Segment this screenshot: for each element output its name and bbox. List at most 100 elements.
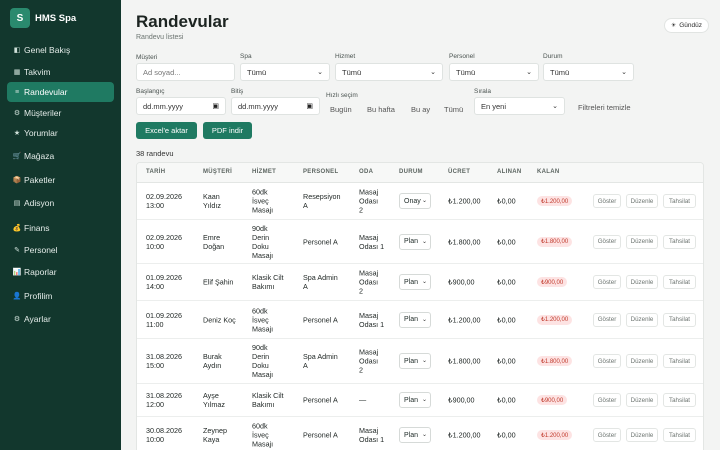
show-button[interactable]: Göster bbox=[593, 354, 621, 368]
excel-export-button[interactable]: Excel'e aktar bbox=[136, 122, 197, 139]
collect-button[interactable]: Tahsilat bbox=[663, 354, 696, 368]
cart-icon: 🛒 bbox=[12, 153, 22, 160]
staff-select[interactable]: Tümü ⌄ bbox=[449, 63, 539, 81]
status-select-value: Tümü bbox=[550, 67, 570, 77]
column-header: KALAN bbox=[537, 169, 560, 175]
sidebar-item-7[interactable]: ▤ Adisyon bbox=[7, 193, 114, 213]
edit-button[interactable]: Düzenle bbox=[626, 234, 658, 249]
status-select[interactable]: Plan ⌄ bbox=[399, 311, 431, 328]
collect-button[interactable]: Tahsilat bbox=[663, 393, 696, 407]
calendar-icon: ▣ bbox=[212, 103, 219, 110]
staff-cell: Resepsiyon A bbox=[303, 192, 341, 210]
service-select[interactable]: Tümü ⌄ bbox=[335, 63, 443, 81]
room-cell: Masaj Odası 1 bbox=[359, 311, 384, 329]
chevron-down-icon: ⌄ bbox=[421, 238, 427, 245]
sidebar-item-12[interactable]: ⚙ Ayarlar bbox=[7, 309, 114, 329]
status-select[interactable]: Plan ⌄ bbox=[399, 274, 431, 290]
column-header: ALINAN bbox=[497, 169, 522, 175]
show-button[interactable]: Göster bbox=[593, 234, 621, 249]
start-date-input[interactable]: dd.mm.yyyy ▣ bbox=[136, 97, 226, 115]
quick-week-button[interactable]: Bu hafta bbox=[367, 105, 395, 114]
theme-toggle-button[interactable]: ☀ Gündüz bbox=[663, 18, 709, 33]
edit-button[interactable]: Düzenle bbox=[626, 393, 658, 407]
edit-button[interactable]: Düzenle bbox=[626, 428, 658, 442]
end-date-input[interactable]: dd.mm.yyyy ▣ bbox=[231, 97, 320, 115]
date-cell-line: 15:00 bbox=[146, 361, 164, 370]
sidebar-item-8[interactable]: 💰 Finans bbox=[7, 218, 114, 238]
sidebar-item-label: Paketler bbox=[24, 175, 56, 185]
service-filter-label: Hizmet bbox=[335, 53, 356, 60]
customer-cell: Elif Şahin bbox=[203, 278, 233, 287]
chevron-down-icon: ⌄ bbox=[421, 358, 427, 364]
brand[interactable]: S HMS Spa bbox=[10, 8, 121, 28]
status-select[interactable]: Plan ⌄ bbox=[399, 233, 431, 250]
edit-button[interactable]: Düzenle bbox=[626, 354, 658, 368]
show-button[interactable]: Göster bbox=[593, 428, 621, 442]
sidebar-item-4[interactable]: ★ Yorumlar bbox=[7, 123, 114, 143]
service-cell-line: Derin bbox=[252, 232, 270, 242]
staff-cell-line: Spa Admin bbox=[303, 273, 338, 282]
status-select[interactable]: Plan ⌄ bbox=[399, 427, 431, 443]
pdf-download-button[interactable]: PDF indir bbox=[203, 122, 252, 139]
edit-button[interactable]: Düzenle bbox=[626, 312, 658, 327]
service-cell-line: Doku bbox=[252, 361, 269, 370]
status-filter-label: Durum bbox=[543, 53, 563, 60]
status-select[interactable]: Plan ⌄ bbox=[399, 353, 431, 369]
date-cell-line: 12:00 bbox=[146, 400, 164, 409]
show-button[interactable]: Göster bbox=[593, 194, 621, 208]
edit-button[interactable]: Düzenle bbox=[626, 275, 658, 289]
customer-cell-line: Doğan bbox=[203, 241, 225, 251]
quick-all-button[interactable]: Tümü bbox=[444, 105, 463, 114]
status-select[interactable]: Onay ⌄ bbox=[399, 193, 431, 209]
remaining-badge: ₺1.200,00 bbox=[537, 430, 573, 440]
collect-button[interactable]: Tahsilat bbox=[663, 428, 696, 442]
service-cell-line: İsveç bbox=[252, 315, 269, 324]
service-cell: Klasik Cilt Bakımı bbox=[252, 391, 300, 409]
show-button[interactable]: Göster bbox=[593, 275, 621, 289]
customer-cell-line: Elif Şahin bbox=[203, 277, 234, 287]
sidebar-item-0[interactable]: ◧ Genel Bakış bbox=[7, 40, 114, 60]
sidebar-item-10[interactable]: 📊 Raporlar bbox=[7, 262, 114, 282]
status-value: Plan bbox=[404, 396, 419, 404]
chevron-down-icon: ⌄ bbox=[317, 69, 323, 76]
collect-button[interactable]: Tahsilat bbox=[663, 194, 696, 208]
sidebar-item-1[interactable]: ▦ Takvim bbox=[7, 62, 114, 82]
customer-search-input[interactable]: Ad soyad... bbox=[136, 63, 235, 81]
sort-select[interactable]: En yeni ⌄ bbox=[474, 97, 565, 115]
sidebar-item-3[interactable]: ⚙ Müşteriler bbox=[7, 103, 114, 123]
quick-month-button[interactable]: Bu ay bbox=[411, 105, 430, 114]
quick-today-button[interactable]: Bugün bbox=[330, 105, 352, 114]
staff-cell-line: Resepsiyon bbox=[303, 192, 341, 201]
customers-icon: ⚙ bbox=[13, 110, 21, 117]
room-cell-line: Odası 1 bbox=[359, 435, 385, 444]
customer-cell-line: Yılmaz bbox=[203, 400, 225, 409]
chevron-down-icon: ⌄ bbox=[621, 69, 627, 76]
collect-button[interactable]: Tahsilat bbox=[663, 234, 696, 249]
clear-filters-button[interactable]: Filtreleri temizle bbox=[578, 103, 631, 112]
spa-select-value: Tümü bbox=[247, 67, 267, 77]
quick-select-label: Hızlı seçim bbox=[326, 92, 358, 99]
status-select[interactable]: Plan ⌄ bbox=[399, 392, 431, 408]
date-cell-line: 14:00 bbox=[146, 282, 164, 291]
settings-icon: ⚙ bbox=[13, 316, 21, 323]
sidebar-item-2[interactable]: ≡ Randevular bbox=[7, 82, 114, 102]
staff-cell-line: Spa Admin bbox=[303, 352, 338, 361]
sidebar-item-11[interactable]: 👤 Profilim bbox=[7, 286, 114, 306]
profile-icon: 👤 bbox=[12, 293, 22, 300]
show-button[interactable]: Göster bbox=[593, 312, 621, 327]
staff-cell: Personel A bbox=[303, 396, 338, 405]
edit-button[interactable]: Düzenle bbox=[626, 194, 658, 208]
room-cell-line: 2 bbox=[359, 205, 363, 215]
sidebar-item-9[interactable]: ✎ Personel bbox=[7, 240, 114, 260]
spa-select[interactable]: Tümü ⌄ bbox=[240, 63, 330, 81]
sidebar-item-6[interactable]: 📦 Paketler bbox=[7, 170, 114, 190]
collect-button[interactable]: Tahsilat bbox=[663, 275, 696, 289]
date-cell: 31.08.2026 15:00 bbox=[146, 352, 182, 370]
sidebar-item-label: Takvim bbox=[24, 67, 51, 77]
table-row: 31.08.2026 12:00 Ayşe Yılmaz Klasik Cilt Bakı… bbox=[137, 384, 703, 417]
sidebar-item-5[interactable]: 🛒 Mağaza bbox=[7, 146, 114, 166]
page-title: Randevular bbox=[136, 12, 229, 31]
status-select[interactable]: Tümü ⌄ bbox=[543, 63, 634, 81]
collect-button[interactable]: Tahsilat bbox=[663, 312, 696, 327]
show-button[interactable]: Göster bbox=[593, 393, 621, 407]
